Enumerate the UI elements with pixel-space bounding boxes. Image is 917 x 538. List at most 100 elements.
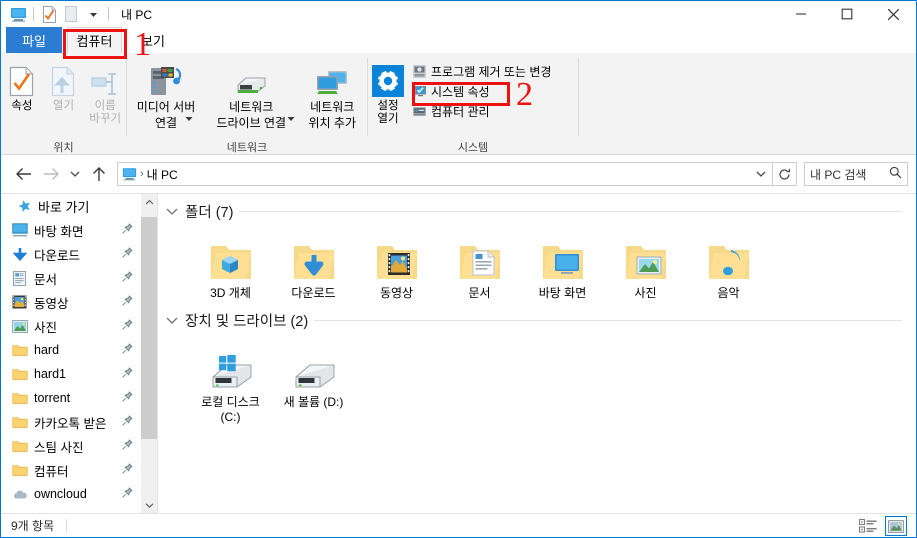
list-item[interactable]: 음악 (687, 224, 770, 301)
up-button[interactable] (85, 160, 113, 188)
properties-icon[interactable] (38, 3, 60, 25)
pin-icon[interactable] (122, 271, 133, 285)
customize-dropdown-icon[interactable] (82, 3, 104, 25)
pin-icon[interactable] (122, 391, 133, 405)
sidebar-item-label: 컴퓨터 (34, 464, 69, 479)
forward-button[interactable] (37, 160, 65, 188)
group-header-folders[interactable]: 폴더 (7) (165, 198, 916, 224)
chevron-down-icon[interactable] (165, 204, 179, 218)
pin-icon[interactable] (122, 367, 133, 381)
details-view-icon[interactable] (857, 516, 879, 536)
scroll-down-button[interactable] (141, 497, 157, 514)
pin-icon[interactable] (122, 439, 133, 453)
pin-icon[interactable] (122, 415, 133, 429)
sidebar-item-steam-screenshots[interactable]: 스팀 사진 (1, 434, 141, 458)
pin-icon[interactable] (122, 487, 133, 501)
list-item-label: 음악 (717, 286, 740, 300)
list-item[interactable]: 다운로드 (272, 224, 355, 301)
list-item[interactable]: 사진 (604, 224, 687, 301)
large-icons-view-icon[interactable] (885, 516, 907, 536)
sidebar-item-computer[interactable]: 컴퓨터 (1, 458, 141, 482)
sidebar-item-videos[interactable]: 동영상 (1, 290, 141, 314)
open-icon (50, 63, 77, 97)
list-item[interactable]: 3D 개체 (189, 224, 272, 301)
pictures-icon (11, 318, 28, 335)
media-server-icon (148, 63, 184, 97)
maximize-button[interactable] (824, 1, 870, 27)
scrollbar-thumb[interactable] (141, 217, 157, 439)
address-path-box[interactable]: › 내 PC (117, 162, 773, 186)
ribbon-button-properties[interactable]: 속성 (1, 57, 43, 131)
settings-gear-icon (372, 63, 404, 97)
folder-icon (11, 462, 28, 479)
list-item[interactable]: 새 볼륨 (D:) (272, 333, 355, 425)
sidebar-item-pictures[interactable]: 사진 (1, 314, 141, 338)
pin-icon[interactable] (122, 343, 133, 357)
ribbon-button-media-server-label: 미디어 서버 연결 (136, 100, 196, 130)
list-item[interactable]: 동영상 (355, 224, 438, 301)
sidebar-item-owncloud[interactable]: owncloud (1, 482, 141, 506)
rename-icon (90, 63, 120, 97)
group-header-devices[interactable]: 장치 및 드라이브 (2) (165, 307, 916, 333)
pin-icon[interactable] (122, 463, 133, 477)
sidebar-item-label: 문서 (34, 272, 58, 287)
sidebar-item-hard[interactable]: hard (1, 338, 141, 362)
search-icon[interactable] (889, 166, 902, 182)
list-item[interactable]: 로컬 디스크 (C:) (189, 333, 272, 425)
qat-separator-1 (33, 7, 34, 21)
ribbon-item-system-properties[interactable]: 시스템 속성 (408, 81, 554, 101)
tab-file[interactable]: 파일 (6, 27, 62, 53)
sidebar-item-kakao-downloads[interactable]: 카카오톡 받은 (1, 410, 141, 434)
list-item[interactable]: 바탕 화면 (521, 224, 604, 301)
ribbon-button-map-drive-label: 네트워크 드라이브 연결 (216, 100, 287, 130)
title-bar: 내 PC (1, 1, 916, 27)
tab-computer[interactable]: 컴퓨터 (67, 27, 122, 53)
ribbon-group-location-label: 위치 (53, 141, 74, 154)
sidebar-item-label: 다운로드 (34, 248, 81, 263)
sidebar-item-documents[interactable]: 문서 (1, 266, 141, 290)
pin-icon[interactable] (122, 247, 133, 261)
pin-icon[interactable] (122, 295, 133, 309)
pin-icon[interactable] (122, 223, 133, 237)
sidebar-item-label: hard1 (34, 367, 66, 381)
ribbon-button-media-server[interactable]: 미디어 서버 연결 (131, 57, 202, 130)
sidebar-item-torrent[interactable]: torrent (1, 386, 141, 410)
pin-icon[interactable] (122, 319, 133, 333)
breadcrumb[interactable]: › 내 PC (122, 166, 178, 183)
tab-view[interactable]: 보기 (129, 27, 177, 53)
chevron-down-icon[interactable] (185, 116, 193, 122)
chevron-down-icon[interactable] (165, 313, 179, 327)
ribbon-button-add-network-location[interactable]: 네트워크 위치 추가 (301, 57, 363, 131)
ribbon-item-uninstall-change-program[interactable]: 프로그램 제거 또는 변경 (408, 61, 554, 81)
file-list-pane[interactable]: 폴더 (7) 3D 개체 다운로드 동영상 문서 바탕 화면 사진 음악 장치 … (158, 194, 916, 514)
search-input-text: 내 PC 검색 (810, 167, 867, 182)
list-item[interactable]: 문서 (438, 224, 521, 301)
sidebar-item-downloads[interactable]: 다운로드 (1, 242, 141, 266)
ribbon-button-rename[interactable]: 이름 바꾸기 (84, 57, 126, 131)
ribbon-button-map-drive[interactable]: 네트워크 드라이브 연결 (201, 57, 301, 130)
recent-locations-button[interactable] (65, 160, 85, 188)
ribbon-button-properties-label: 속성 (11, 100, 33, 112)
navigation-pane-scrollbar[interactable] (141, 194, 157, 514)
sidebar-item-desktop[interactable]: 바탕 화면 (1, 218, 141, 242)
search-input[interactable]: 내 PC 검색 (804, 162, 908, 186)
scroll-up-button[interactable] (141, 194, 157, 211)
folder-icon (11, 438, 28, 455)
folder-desktop-icon (540, 230, 586, 282)
breadcrumb-separator[interactable]: › (140, 168, 144, 180)
sidebar-item-label: 스팀 사진 (34, 440, 84, 455)
sidebar-item-hard1[interactable]: hard1 (1, 362, 141, 386)
folder-icon (11, 342, 28, 359)
chevron-down-icon[interactable] (287, 116, 295, 122)
ribbon-button-open[interactable]: 열기 (43, 57, 85, 131)
sidebar-item-quick-access[interactable]: 바로 가기 (1, 194, 141, 218)
back-button[interactable] (9, 160, 37, 188)
ribbon-button-open-settings[interactable]: 설정 열기 (368, 57, 408, 131)
ribbon-item-computer-management[interactable]: 컴퓨터 관리 (408, 101, 554, 121)
close-button[interactable] (870, 1, 916, 27)
refresh-button[interactable] (773, 162, 797, 186)
chevron-down-icon[interactable] (750, 163, 772, 185)
this-pc-icon[interactable] (7, 3, 29, 25)
minimize-button[interactable] (778, 1, 824, 27)
new-folder-icon[interactable] (60, 3, 82, 25)
